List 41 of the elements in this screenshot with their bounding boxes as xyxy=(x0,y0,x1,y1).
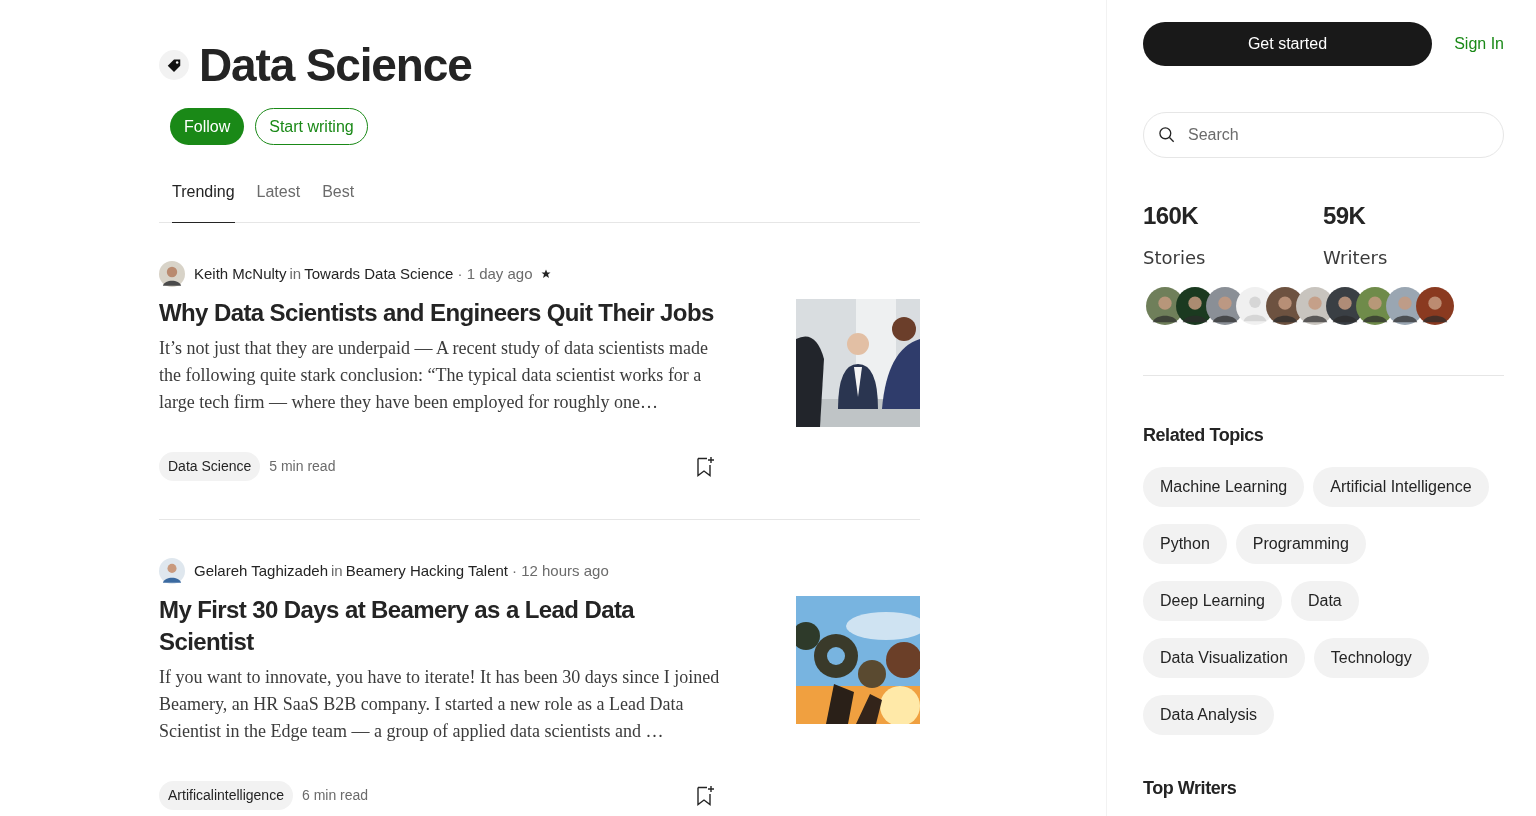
post-time: · 1 day ago xyxy=(457,263,533,284)
search-icon xyxy=(1157,125,1177,145)
article-title[interactable]: My First 30 Days at Beamery as a Lead Data Scientist xyxy=(159,594,721,658)
read-time: 5 min read xyxy=(269,457,336,476)
read-time: 6 min read xyxy=(301,786,369,805)
search-field[interactable]: Search xyxy=(1143,112,1504,158)
topic-chip[interactable]: Python xyxy=(1143,524,1227,564)
tab[interactable]: Best xyxy=(322,180,355,222)
topic-chip[interactable]: Machine Learning xyxy=(1143,467,1305,507)
sign-in-link[interactable]: Sign In xyxy=(1454,32,1504,56)
in-text: in xyxy=(289,263,302,284)
author-link[interactable]: Gelareh Taghizadeh xyxy=(194,559,328,583)
get-started-button[interactable]: Get started xyxy=(1143,22,1432,66)
article-excerpt: It’s not just that they are underpaid — A recent study of data scientists made the following quite stark conclusion: “The typical data scientist works for a large tech firm — where they have been employed for roughly one… xyxy=(159,337,709,414)
topic-tag[interactable]: Data Science xyxy=(159,452,261,481)
page-title: Data Science xyxy=(199,38,472,92)
stat-value: 59K xyxy=(1323,201,1367,231)
stat-label: Writers xyxy=(1323,246,1389,270)
topic-chip[interactable]: Data xyxy=(1290,581,1359,621)
stat-label: Stories xyxy=(1143,246,1207,270)
tab[interactable]: Trending xyxy=(172,180,235,223)
follow-button[interactable]: Follow xyxy=(170,108,245,145)
publication-link[interactable]: Towards Data Science xyxy=(304,262,454,286)
tag-icon xyxy=(159,50,189,80)
topic-chip[interactable]: Data Analysis xyxy=(1143,695,1274,735)
topic-tag[interactable]: Artificalintelligence xyxy=(159,781,293,810)
topic-chip[interactable]: Technology xyxy=(1313,638,1429,678)
article-title[interactable]: Why Data Scientists and Engineers Quit Their Jobs xyxy=(159,297,721,329)
section-heading: Top Writers xyxy=(1143,777,1238,800)
author-link[interactable]: Keith McNulty xyxy=(194,262,287,286)
topic-chip[interactable]: Deep Learning xyxy=(1143,581,1282,621)
article-excerpt: If you want to innovate, you have to iterate! It has been 30 days since I joined Beamery, an HR SaaS B2B company. I started a new role as a Lead Data Scientist in the Edge team — a group of applied data scientists and … xyxy=(159,666,721,743)
tab[interactable]: Latest xyxy=(256,180,301,222)
stat-value: 160K xyxy=(1143,201,1199,231)
topic-chip[interactable]: Artificial Intelligence xyxy=(1313,467,1489,507)
post-time: · 12 hours ago xyxy=(512,560,609,581)
topic-chip[interactable]: Programming xyxy=(1235,524,1366,564)
topic-chip[interactable]: Data Visualization xyxy=(1143,638,1305,678)
section-heading: Related Topics xyxy=(1143,424,1265,447)
in-text: in xyxy=(331,560,343,581)
publication-link[interactable]: Beamery Hacking Talent xyxy=(345,559,508,583)
